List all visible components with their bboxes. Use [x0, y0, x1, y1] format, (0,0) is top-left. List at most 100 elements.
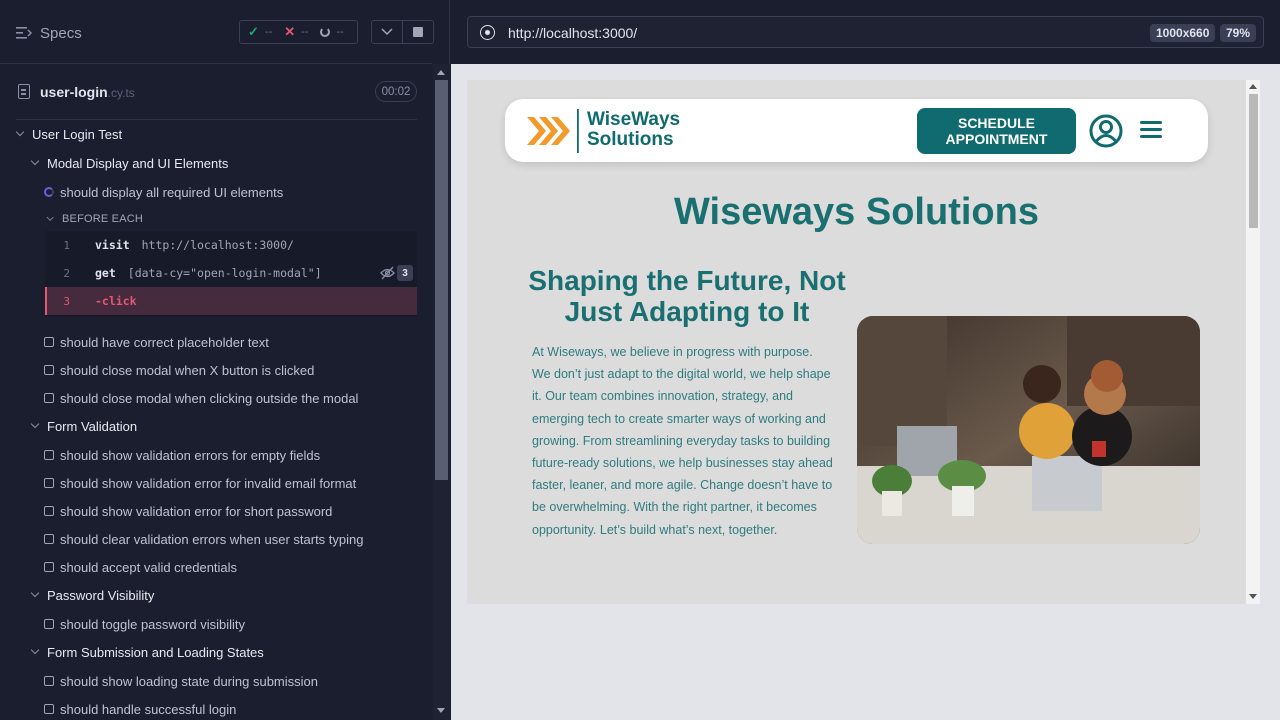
- suite-root[interactable]: User Login Test: [14, 120, 122, 148]
- aut-header: http://localhost:3000/ 1000x660 79%: [451, 0, 1280, 64]
- stop-icon: [413, 27, 424, 37]
- chevron-down-icon[interactable]: [372, 21, 402, 43]
- reporter-scrollbar[interactable]: [433, 64, 450, 720]
- suite-modal-display[interactable]: Modal Display and UI Elements: [29, 149, 228, 177]
- test-title: should close modal when clicking outside…: [60, 390, 359, 406]
- scroll-down-arrow[interactable]: [1249, 594, 1257, 599]
- test-title: should close modal when X button is clic…: [60, 362, 315, 378]
- pending-test-icon: [44, 337, 54, 347]
- suite-form-validation[interactable]: Form Validation: [29, 412, 137, 440]
- command-name: -click: [95, 294, 137, 308]
- scroll-down-arrow[interactable]: [437, 708, 445, 713]
- test-title: should clear validation errors when user…: [60, 531, 364, 547]
- pending-test-icon: [44, 704, 54, 714]
- scroll-up-arrow[interactable]: [437, 70, 445, 75]
- command-row[interactable]: 2 get [data-cy="open-login-modal"] 3: [45, 259, 417, 287]
- logo-line-1: WiseWays: [587, 109, 681, 130]
- test-title: should handle successful login: [60, 701, 237, 717]
- scrollbar-thumb[interactable]: [1249, 94, 1258, 228]
- pending-count: --: [336, 26, 344, 38]
- chevron-down-icon: [29, 419, 43, 433]
- logo-chevrons-icon[interactable]: [525, 109, 581, 153]
- chevron-down-icon: [14, 127, 28, 141]
- globe-icon: [480, 25, 495, 40]
- test-item[interactable]: should have correct placeholder text: [44, 328, 269, 356]
- test-reporter-panel: Specs ✓ -- ✕ -- -- user-login.cy.ts 00:0…: [0, 0, 450, 720]
- hamburger-menu-icon[interactable]: [1140, 121, 1162, 139]
- file-icon: [18, 84, 30, 99]
- reporter-header: Specs ✓ -- ✕ -- --: [0, 0, 434, 64]
- pending-icon: [320, 27, 331, 37]
- pending-test-icon: [44, 478, 54, 488]
- test-item[interactable]: should display all required UI elements: [44, 178, 283, 206]
- chevron-down-icon: [29, 588, 43, 602]
- run-controls: [371, 20, 434, 44]
- command-number: 1: [63, 238, 70, 252]
- spec-extension: .cy.ts: [107, 86, 135, 100]
- zoom-badge: 79%: [1220, 24, 1257, 42]
- running-icon: [44, 187, 54, 197]
- test-item[interactable]: should close modal when clicking outside…: [44, 384, 358, 412]
- test-item[interactable]: should show loading state during submiss…: [44, 667, 318, 695]
- test-item[interactable]: should close modal when X button is clic…: [44, 356, 314, 384]
- command-number: 2: [63, 266, 70, 280]
- test-title: should show validation error for short p…: [60, 503, 333, 519]
- test-item[interactable]: should clear validation errors when user…: [44, 525, 363, 553]
- section-subtitle: Shaping the Future, Not Just Adapting to…: [528, 265, 846, 327]
- app-iframe: WiseWays Solutions SCHEDULE APPOINTMENT …: [467, 80, 1260, 604]
- stop-button[interactable]: [402, 21, 433, 43]
- test-stats: ✓ -- ✕ -- --: [239, 20, 358, 44]
- hero-title: Wiseways Solutions: [674, 191, 1039, 233]
- spec-title[interactable]: user-login.cy.ts: [40, 84, 135, 100]
- test-item[interactable]: should show validation errors for empty …: [44, 441, 320, 469]
- test-item[interactable]: should toggle password visibility: [44, 610, 245, 638]
- hook-title: BEFORE EACH: [62, 213, 144, 225]
- app-scrollbar[interactable]: [1246, 80, 1260, 604]
- specs-list-icon[interactable]: [16, 26, 32, 40]
- test-item[interactable]: should show validation error for short p…: [44, 497, 332, 525]
- command-row[interactable]: 1 visit http://localhost:3000/: [45, 231, 417, 259]
- pending-test-icon: [44, 619, 54, 629]
- command-number: 3: [63, 294, 70, 308]
- test-title: should show validation error for invalid…: [60, 475, 357, 491]
- test-item[interactable]: should show validation error for invalid…: [44, 469, 356, 497]
- url-text[interactable]: http://localhost:3000/: [508, 25, 637, 41]
- pending-test-icon: [44, 506, 54, 516]
- test-title: should have correct placeholder text: [60, 334, 269, 350]
- hook-before-each[interactable]: BEFORE EACH: [44, 205, 143, 233]
- test-item[interactable]: should handle successful login: [44, 695, 236, 720]
- suite-password-visibility[interactable]: Password Visibility: [29, 581, 154, 609]
- pending-test-icon: [44, 365, 54, 375]
- team-photo-image: [857, 316, 1200, 544]
- viewport-size-badge[interactable]: 1000x660: [1150, 24, 1216, 42]
- test-title: should accept valid credentials: [60, 559, 238, 575]
- test-item[interactable]: should accept valid credentials: [44, 553, 237, 581]
- test-title: should show loading state during submiss…: [60, 673, 318, 689]
- suite-title: Password Visibility: [47, 587, 155, 603]
- specs-label[interactable]: Specs: [40, 25, 82, 42]
- pending-test-icon: [44, 450, 54, 460]
- pending-test-icon: [44, 676, 54, 686]
- scrollbar-thumb[interactable]: [435, 80, 448, 480]
- url-bar[interactable]: http://localhost:3000/ 1000x660 79%: [467, 16, 1264, 48]
- failed-count: --: [301, 26, 309, 38]
- command-name: get: [95, 266, 116, 280]
- command-row-active[interactable]: 3 -click: [45, 287, 417, 315]
- pending-test-icon: [44, 534, 54, 544]
- pending-test-icon: [44, 562, 54, 572]
- check-icon: ✓: [248, 24, 259, 39]
- spec-header: user-login.cy.ts 00:02: [16, 66, 417, 120]
- logo-text[interactable]: WiseWays Solutions: [587, 110, 680, 150]
- eye-slash-icon: [380, 266, 395, 280]
- site-navbar: WiseWays Solutions SCHEDULE APPOINTMENT: [505, 99, 1208, 162]
- user-account-icon[interactable]: [1089, 114, 1123, 148]
- test-title: should toggle password visibility: [60, 616, 245, 632]
- test-title: should display all required UI elements: [60, 184, 284, 200]
- schedule-appointment-button[interactable]: SCHEDULE APPOINTMENT: [917, 108, 1076, 154]
- logo-line-2: Solutions: [587, 129, 674, 150]
- suite-title: Form Submission and Loading States: [47, 644, 264, 660]
- suite-form-submission[interactable]: Form Submission and Loading States: [29, 638, 264, 666]
- pending-test-icon: [44, 393, 54, 403]
- element-count-badge: 3: [397, 265, 413, 281]
- scroll-up-arrow[interactable]: [1249, 84, 1257, 89]
